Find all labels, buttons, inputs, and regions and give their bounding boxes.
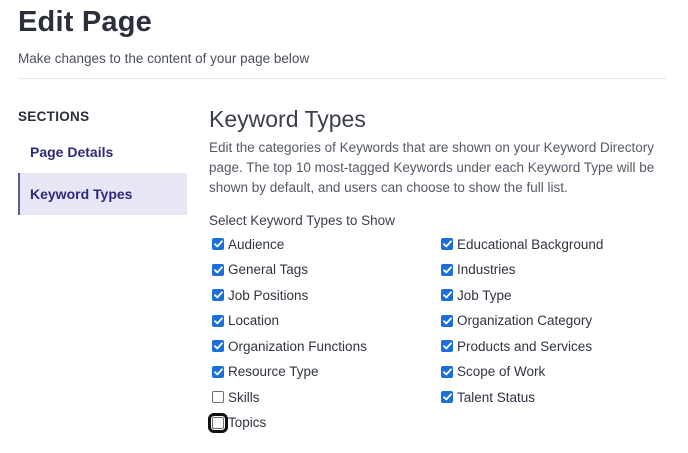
checkbox-checked[interactable] <box>212 289 224 301</box>
checkbox-label: Industries <box>457 262 516 277</box>
checkbox-job-type[interactable]: Job Type <box>441 286 512 304</box>
checkbox-industries[interactable]: Industries <box>441 261 516 279</box>
checkbox-general-tags[interactable]: General Tags <box>212 261 308 279</box>
sidebar-item-keyword-types[interactable]: Keyword Types <box>18 173 187 215</box>
checkbox-topics[interactable]: Topics <box>208 412 267 433</box>
checkbox-location[interactable]: Location <box>212 312 279 330</box>
sidebar-item-page-details[interactable]: Page Details <box>18 131 187 173</box>
checkbox-talent-status[interactable]: Talent Status <box>441 388 535 406</box>
checkbox-skills[interactable]: Skills <box>212 388 260 406</box>
page-subtitle: Make changes to the content of your page… <box>18 51 310 66</box>
checkmark-icon <box>442 240 452 248</box>
checkbox-label: Job Type <box>457 287 512 303</box>
checkmark-icon <box>213 291 223 299</box>
checkbox-label: Job Positions <box>228 287 309 303</box>
checkbox-label: Talent Status <box>457 389 536 405</box>
page-title: Edit Page <box>18 6 152 38</box>
checkbox-checked[interactable] <box>441 314 453 327</box>
checkbox-audience[interactable]: Audience <box>212 235 284 253</box>
checkbox-label: Educational Background <box>457 236 604 252</box>
checkmark-icon <box>213 316 223 324</box>
checkbox-label: Organization Category <box>457 313 593 328</box>
checkbox-checked[interactable] <box>212 365 224 378</box>
checkbox-label: Scope of Work <box>457 364 546 379</box>
checkbox-checked[interactable] <box>212 263 224 276</box>
checkmark-icon <box>213 265 223 273</box>
section-description: Edit the categories of Keywords that are… <box>209 140 655 195</box>
checkbox-checked[interactable] <box>441 238 453 250</box>
checkbox-checked[interactable] <box>441 289 453 301</box>
checkbox-job-positions[interactable]: Job Positions <box>212 286 308 304</box>
checkbox-label: Topics <box>228 415 267 430</box>
checkmark-icon <box>442 367 452 375</box>
checkmark-icon <box>213 240 223 248</box>
checkbox-checked[interactable] <box>441 263 453 276</box>
sidebar-item-label: Keyword Types <box>30 186 133 202</box>
checkbox-organization-category[interactable]: Organization Category <box>441 312 592 330</box>
checkbox-label: Audience <box>228 236 285 252</box>
checkbox-label: General Tags <box>228 262 309 277</box>
checkbox-checked[interactable] <box>441 391 453 403</box>
checkmark-icon <box>213 367 223 375</box>
checkbox-unchecked[interactable] <box>208 412 228 433</box>
checkbox-label: Organization Functions <box>228 338 367 354</box>
checkbox-products-and-services[interactable]: Products and Services <box>441 337 592 355</box>
checkmark-icon <box>442 291 452 299</box>
sections-heading: SECTIONS <box>18 109 90 124</box>
header-divider <box>18 78 666 79</box>
checkbox-label: Location <box>228 313 280 328</box>
select-label: Select Keyword Types to Show <box>209 213 395 228</box>
checkbox-scope-of-work[interactable]: Scope of Work <box>441 363 545 381</box>
checkmark-icon <box>442 342 452 350</box>
checkbox-checked[interactable] <box>212 314 224 327</box>
checkbox-checked[interactable] <box>441 340 453 352</box>
checkmark-icon <box>442 316 452 324</box>
checkbox-checked[interactable] <box>212 238 224 250</box>
checkbox-organization-functions[interactable]: Organization Functions <box>212 337 367 355</box>
checkbox-educational-background[interactable]: Educational Background <box>441 235 603 253</box>
checkmark-icon <box>442 265 452 273</box>
checkbox-resource-type[interactable]: Resource Type <box>212 363 319 381</box>
checkbox-unchecked[interactable] <box>212 391 224 403</box>
sidebar-item-label: Page Details <box>30 144 114 160</box>
checkbox-label: Skills <box>228 389 260 405</box>
checkbox-checked[interactable] <box>212 340 224 352</box>
checkmark-icon <box>213 342 223 350</box>
checkbox-label: Resource Type <box>228 364 319 379</box>
checkbox-checked[interactable] <box>441 365 453 378</box>
section-title: Keyword Types <box>209 106 366 132</box>
checkmark-icon <box>442 393 452 401</box>
checkbox-label: Products and Services <box>457 338 593 354</box>
